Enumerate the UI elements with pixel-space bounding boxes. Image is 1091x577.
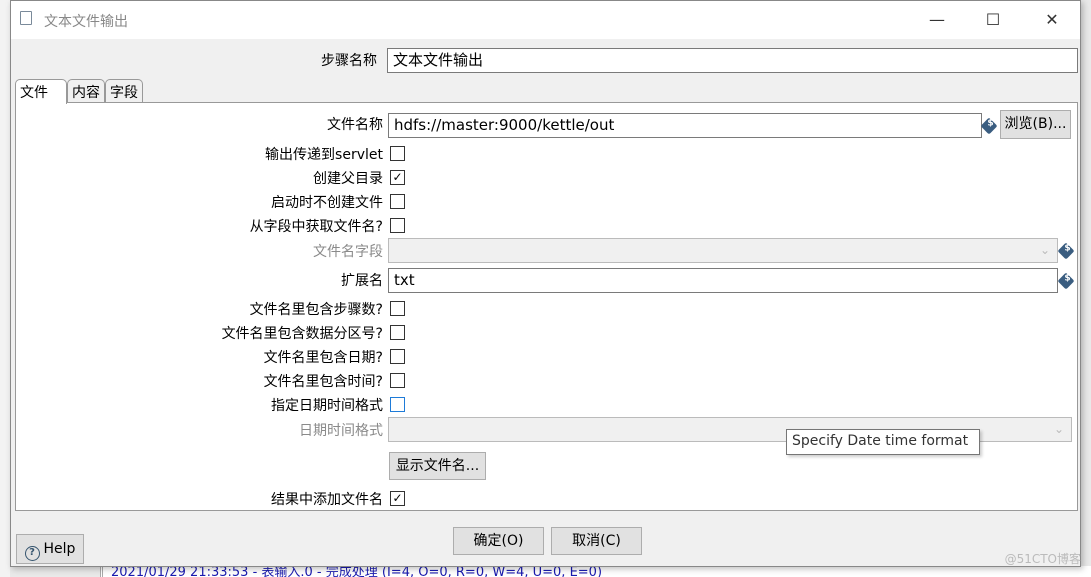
help-icon: ? [24,546,40,561]
filename-from-field-checkbox[interactable] [390,218,405,233]
include-partition-checkbox[interactable] [390,325,405,340]
pass-to-servlet-checkbox[interactable] [390,146,405,161]
include-time-checkbox[interactable] [390,373,405,388]
filename-from-field-label: 从字段中获取文件名? [249,219,383,235]
tooltip: Specify Date time format [786,429,980,455]
pass-to-servlet-label: 输出传递到servlet [265,147,383,163]
variable-icon [1057,272,1075,290]
no-create-at-start-checkbox[interactable] [390,194,405,209]
add-to-result-label: 结果中添加文件名 [271,492,383,508]
title-bar: 文本文件输出 — ☐ ✕ [11,1,1080,39]
window-title: 文本文件输出 [44,14,128,30]
include-stepnr-checkbox[interactable] [390,301,405,316]
chevron-down-icon: ⌄ [1053,422,1065,436]
add-to-result-checkbox[interactable]: ✓ [390,491,405,506]
ok-button[interactable]: 确定(O) [453,527,544,555]
specify-format-checkbox[interactable] [390,397,405,412]
help-button[interactable]: ? Help [16,534,84,564]
file-icon [20,11,32,25]
date-format-label: 日期时间格式 [299,423,383,439]
text-file-output-dialog: 文本文件输出 — ☐ ✕ 步骤名称 文本文件输出 文件 内容 字段 文件名称 h… [10,0,1081,567]
show-filenames-button[interactable]: 显示文件名... [389,452,486,480]
background-window [0,0,10,577]
step-name-input[interactable]: 文本文件输出 [387,48,1078,73]
minimize-icon[interactable]: — [922,9,952,31]
close-icon[interactable]: ✕ [1037,9,1067,31]
log-line: 2021/01/29 21:33:53 - 表输入.0 - 完成处理 (I=4,… [111,566,603,577]
filename-input[interactable]: hdfs://master:9000/kettle/out [388,113,982,138]
help-label: Help [43,541,76,557]
watermark: @51CTO博客 [1004,552,1081,566]
specify-format-label: 指定日期时间格式 [271,398,383,414]
variable-icon [1057,242,1075,260]
background-log: 2021/01/29 21:33:53 - 表输入.0 - 完成处理 (I=4,… [100,566,1091,577]
extension-input[interactable]: txt [388,268,1058,293]
tab-content[interactable]: 内容 [67,79,105,103]
tab-file[interactable]: 文件 [15,79,67,104]
cancel-button[interactable]: 取消(C) [551,527,642,555]
variable-icon [980,117,998,135]
extension-label: 扩展名 [341,273,383,289]
tab-fields[interactable]: 字段 [105,79,143,103]
maximize-icon[interactable]: ☐ [978,9,1008,31]
step-name-label: 步骤名称 [321,53,377,69]
filename-field-label: 文件名字段 [313,244,383,260]
include-date-label: 文件名里包含日期? [263,350,383,366]
create-parent-checkbox[interactable]: ✓ [390,170,405,185]
browse-button[interactable]: 浏览(B)... [1000,110,1071,139]
chevron-down-icon: ⌄ [1039,243,1051,257]
include-date-checkbox[interactable] [390,349,405,364]
create-parent-label: 创建父目录 [313,171,383,187]
include-stepnr-label: 文件名里包含步骤数? [249,302,383,318]
no-create-at-start-label: 启动时不创建文件 [271,195,383,211]
filename-label: 文件名称 [327,117,383,133]
filename-field-select[interactable]: ⌄ [388,238,1058,263]
include-time-label: 文件名里包含时间? [263,374,383,390]
include-partition-label: 文件名里包含数据分区号? [221,326,383,342]
